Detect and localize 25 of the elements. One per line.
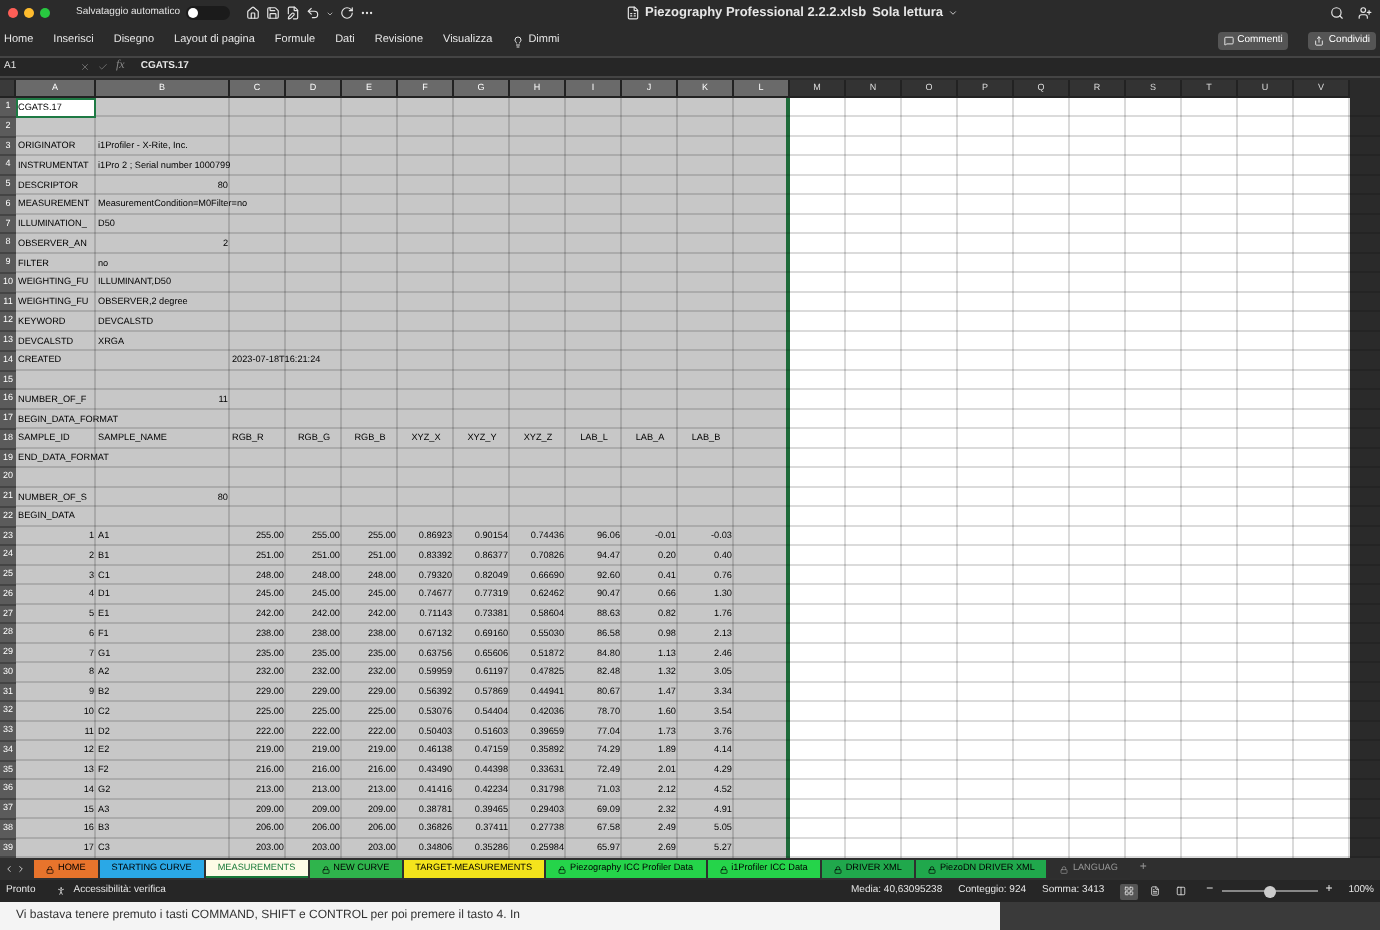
share-person-icon[interactable] xyxy=(1358,6,1372,20)
autosave-toggle[interactable] xyxy=(185,6,230,20)
lightbulb-icon[interactable] xyxy=(512,35,525,47)
close-button[interactable] xyxy=(8,8,18,18)
sheet-grid[interactable] xyxy=(16,98,1380,858)
redo-icon[interactable] xyxy=(339,6,354,20)
next-sheet-icon[interactable] xyxy=(16,864,26,874)
edit-icon[interactable] xyxy=(285,6,300,20)
speech-bubble-icon xyxy=(1223,36,1234,46)
view-button[interactable] xyxy=(1146,883,1165,899)
zoom-slider[interactable] xyxy=(1221,885,1318,897)
save-icon[interactable] xyxy=(265,6,280,20)
zoom-button[interactable] xyxy=(40,8,50,18)
previous-sheet-icon[interactable] xyxy=(4,864,14,874)
undo-icon[interactable] xyxy=(305,6,320,20)
minimize-button[interactable] xyxy=(24,8,34,18)
document-icon xyxy=(625,6,640,20)
view-button[interactable] xyxy=(1120,883,1139,899)
caret-icon[interactable] xyxy=(948,8,959,18)
accessibility-icon[interactable] xyxy=(55,886,66,896)
share-icon xyxy=(1314,36,1325,46)
home-icon[interactable] xyxy=(245,6,260,20)
more-icon[interactable] xyxy=(359,6,374,20)
search-icon[interactable] xyxy=(1330,6,1344,20)
view-button[interactable] xyxy=(1172,883,1191,899)
